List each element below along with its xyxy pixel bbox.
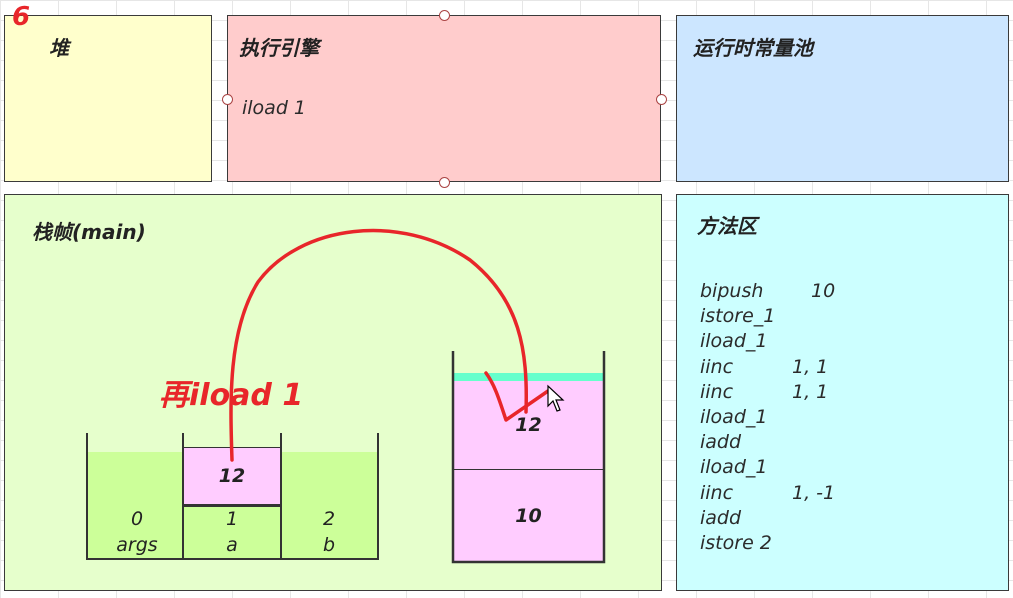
operand-stack-top-marker <box>454 373 603 381</box>
method-area-title: 方法区 <box>697 214 757 238</box>
bytecode-op: bipush <box>700 280 764 302</box>
annotation-label: 再iload 1 <box>159 378 304 413</box>
bytecode-line: iadd <box>700 506 900 531</box>
bytecode-op: iinc <box>700 481 734 504</box>
local-var-name-1: a <box>226 534 238 556</box>
engine-title: 执行引擎 <box>239 36 319 60</box>
heap-panel: 堆 <box>4 15 212 182</box>
constant-pool-panel: 运行时常量池 <box>676 15 1009 182</box>
bytecode-op: iinc <box>700 380 734 403</box>
bytecode-op: iload_1 <box>700 330 768 353</box>
bytecode-op: iadd <box>700 506 742 529</box>
bytecode-op: iadd <box>700 431 742 454</box>
local-var-value-a: 12 <box>183 447 281 505</box>
current-instruction: iload 1 <box>242 97 307 119</box>
step-number: 6 <box>12 2 31 32</box>
bytecode-op: iload_1 <box>700 405 768 428</box>
bytecode-list: bipush 10 istore_1 iload_1 iinc 1, 1 iinc 1… <box>700 279 900 556</box>
local-var-index-2: 2 <box>322 508 336 530</box>
constant-pool-title: 运行时常量池 <box>693 36 813 60</box>
local-var-index-0: 0 <box>130 508 144 530</box>
bytecode-line: iload_1 <box>700 329 900 354</box>
frame-title: 栈帧(main) <box>32 220 146 244</box>
bytecode-line: iinc 1, -1 <box>700 481 900 506</box>
bytecode-arg: 1, 1 <box>792 355 829 378</box>
bytecode-line: bipush 10 <box>700 279 900 304</box>
bytecode-line: iinc 1, 1 <box>700 355 900 380</box>
local-var-divider <box>183 505 281 507</box>
bytecode-line: istore_1 <box>700 304 900 329</box>
bytecode-line: iadd <box>700 430 900 455</box>
bytecode-arg: 1, 1 <box>792 380 829 403</box>
resize-handle-top[interactable] <box>439 10 450 21</box>
resize-handle-bottom[interactable] <box>439 177 450 188</box>
operand-stack-slot-bottom: 10 <box>454 470 603 561</box>
local-var-name-2: b <box>322 534 336 556</box>
resize-handle-left[interactable] <box>222 94 233 105</box>
local-var-name-0: args <box>116 534 158 556</box>
resize-handle-right[interactable] <box>656 94 667 105</box>
bytecode-line: iload_1 <box>700 405 900 430</box>
bytecode-line: istore 2 <box>700 531 900 556</box>
bytecode-line: iinc 1, 1 <box>700 380 900 405</box>
bytecode-line: iload_1 <box>700 455 900 480</box>
bytecode-arg: 10 <box>811 280 836 302</box>
heap-title: 堆 <box>49 36 69 60</box>
engine-panel[interactable]: 执行引擎 iload 1 <box>227 15 661 182</box>
bytecode-arg: 1, -1 <box>792 481 836 504</box>
bytecode-op: istore_1 <box>700 305 776 328</box>
bytecode-op: iload_1 <box>700 456 768 479</box>
operand-stack-slot-top: 12 <box>454 381 603 470</box>
local-var-index-1: 1 <box>225 508 239 530</box>
bytecode-op: iinc <box>700 355 734 378</box>
bytecode-op: istore 2 <box>700 531 772 554</box>
